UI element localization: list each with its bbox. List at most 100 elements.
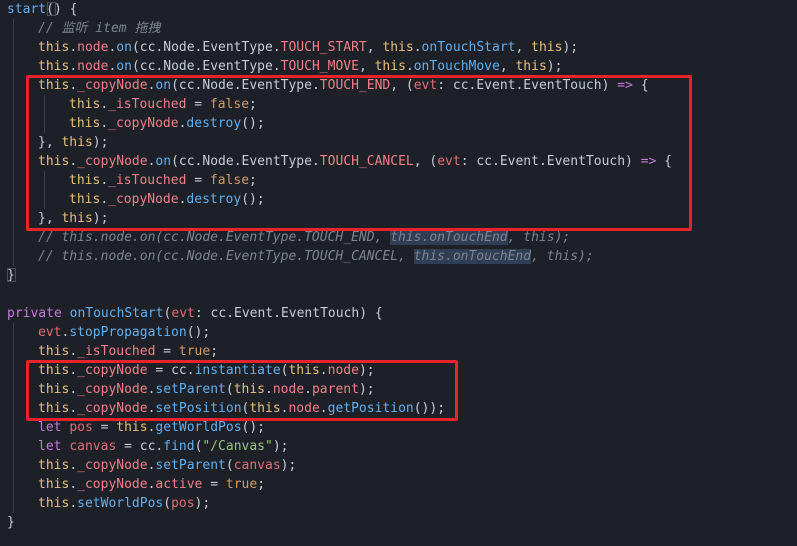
- code-token: (cc.Node.EventType.: [131, 59, 281, 74]
- code-token: node: [77, 59, 109, 74]
- code-token: ();: [186, 325, 211, 340]
- code-token: , this);: [507, 230, 571, 245]
- code-line[interactable]: this._copyNode.active = true;: [38, 475, 265, 494]
- code-line[interactable]: }: [7, 513, 15, 532]
- code-token: ,: [515, 40, 532, 55]
- code-line[interactable]: private onTouchStart(evt: cc.Event.Event…: [7, 304, 383, 323]
- code-token: =: [92, 420, 117, 435]
- code-token: onTouchMove: [413, 59, 500, 74]
- bracket-match-marker: [47, 2, 56, 16]
- code-token: this: [38, 496, 70, 511]
- code-token: .: [69, 40, 78, 55]
- code-token: evt: [171, 306, 195, 321]
- code-token: "/Canvas": [202, 439, 273, 454]
- code-token: .: [69, 458, 78, 473]
- code-token: = cc.: [116, 439, 164, 454]
- code-token: this: [38, 477, 70, 492]
- code-line[interactable]: this._isTouched = true;: [38, 342, 218, 361]
- indent-guide: [13, 323, 14, 513]
- code-token: ();: [241, 420, 265, 435]
- code-line[interactable]: // 监听 item 拖拽: [38, 19, 160, 38]
- code-token: .: [69, 59, 78, 74]
- code-token: // this.node.on(cc.Node.EventType.TOUCH_…: [38, 249, 414, 264]
- code-token: // this.node.on(cc.Node.EventType.TOUCH_…: [38, 230, 391, 245]
- code-token: this: [38, 344, 70, 359]
- code-line[interactable]: this._copyNode.setParent(canvas);: [38, 456, 296, 475]
- code-token: ,: [358, 59, 375, 74]
- code-token: this.onTouchEnd: [413, 249, 532, 264]
- code-token: this: [374, 59, 406, 74]
- code-token: find: [163, 439, 195, 454]
- code-token: this: [116, 420, 148, 435]
- code-token: _copyNode: [77, 477, 148, 492]
- code-token: ;: [210, 344, 219, 359]
- code-token: TOUCH_MOVE: [280, 59, 359, 74]
- copy-node-setup-block-highlight: [26, 360, 458, 421]
- code-token: pos: [69, 420, 93, 435]
- code-token: // 监听 item 拖拽: [38, 21, 161, 36]
- code-token: on: [116, 59, 132, 74]
- code-token: );: [546, 59, 563, 74]
- code-token: ,: [499, 59, 516, 74]
- code-line[interactable]: this.node.on(cc.Node.EventType.TOUCH_STA…: [38, 38, 578, 57]
- code-token: stopPropagation: [69, 325, 187, 340]
- code-token: onTouchStart: [421, 40, 516, 55]
- code-editor[interactable]: start() {// 监听 item 拖拽 this.node.on(cc.No…: [0, 0, 797, 546]
- code-token: (: [163, 496, 172, 511]
- code-token: this: [38, 40, 70, 55]
- code-token: );: [272, 439, 289, 454]
- code-token: let: [38, 420, 62, 435]
- code-line[interactable]: start() {: [7, 0, 77, 19]
- code-token: .: [405, 59, 414, 74]
- code-token: active: [155, 477, 203, 492]
- code-token: (: [225, 458, 234, 473]
- indent-guide: [13, 19, 14, 266]
- code-token: this: [382, 40, 414, 55]
- code-token: getWorldPos: [155, 420, 242, 435]
- code-token: ,: [366, 40, 383, 55]
- code-token: this: [515, 59, 547, 74]
- code-token: (cc.Node.EventType.: [131, 40, 281, 55]
- code-line[interactable]: let canvas = cc.find("/Canvas");: [38, 437, 289, 456]
- code-token: this: [38, 458, 70, 473]
- code-token: );: [562, 40, 579, 55]
- bracket-match-marker: [7, 268, 16, 282]
- code-token: .: [69, 477, 78, 492]
- touch-end-cancel-block-highlight: [26, 75, 692, 231]
- code-token: canvas: [69, 439, 117, 454]
- code-line[interactable]: // this.node.on(cc.Node.EventType.TOUCH_…: [38, 247, 594, 266]
- code-token: );: [194, 496, 211, 511]
- code-token: _isTouched: [77, 344, 156, 359]
- code-token: this: [531, 40, 563, 55]
- code-token: start: [7, 2, 47, 17]
- code-token: .: [69, 344, 78, 359]
- code-token: TOUCH_START: [280, 40, 367, 55]
- code-token: evt: [38, 325, 62, 340]
- code-token: this: [38, 59, 70, 74]
- code-token: onTouchStart: [69, 306, 164, 321]
- code-token: pos: [171, 496, 195, 511]
- code-line[interactable]: evt.stopPropagation();: [38, 323, 210, 342]
- code-token: setParent: [155, 458, 226, 473]
- code-token: canvas: [233, 458, 281, 473]
- code-token: node: [77, 40, 109, 55]
- code-token: );: [280, 458, 297, 473]
- code-token: _copyNode: [77, 458, 148, 473]
- code-line[interactable]: this.node.on(cc.Node.EventType.TOUCH_MOV…: [38, 57, 562, 76]
- code-token: }: [7, 515, 15, 530]
- code-token: let: [38, 439, 62, 454]
- code-token: , this);: [531, 249, 594, 264]
- code-token: =: [155, 344, 179, 359]
- code-token: {: [69, 2, 78, 17]
- code-token: ;: [257, 477, 266, 492]
- code-token: private: [7, 306, 62, 321]
- code-token: on: [116, 40, 132, 55]
- code-line[interactable]: this.setWorldPos(pos);: [38, 494, 210, 513]
- code-token: : cc.Event.EventTouch) {: [194, 306, 383, 321]
- code-token: =: [202, 477, 226, 492]
- code-token: this.onTouchEnd: [390, 230, 508, 245]
- code-token: true: [225, 477, 258, 492]
- code-token: true: [178, 344, 211, 359]
- code-token: setWorldPos: [77, 496, 164, 511]
